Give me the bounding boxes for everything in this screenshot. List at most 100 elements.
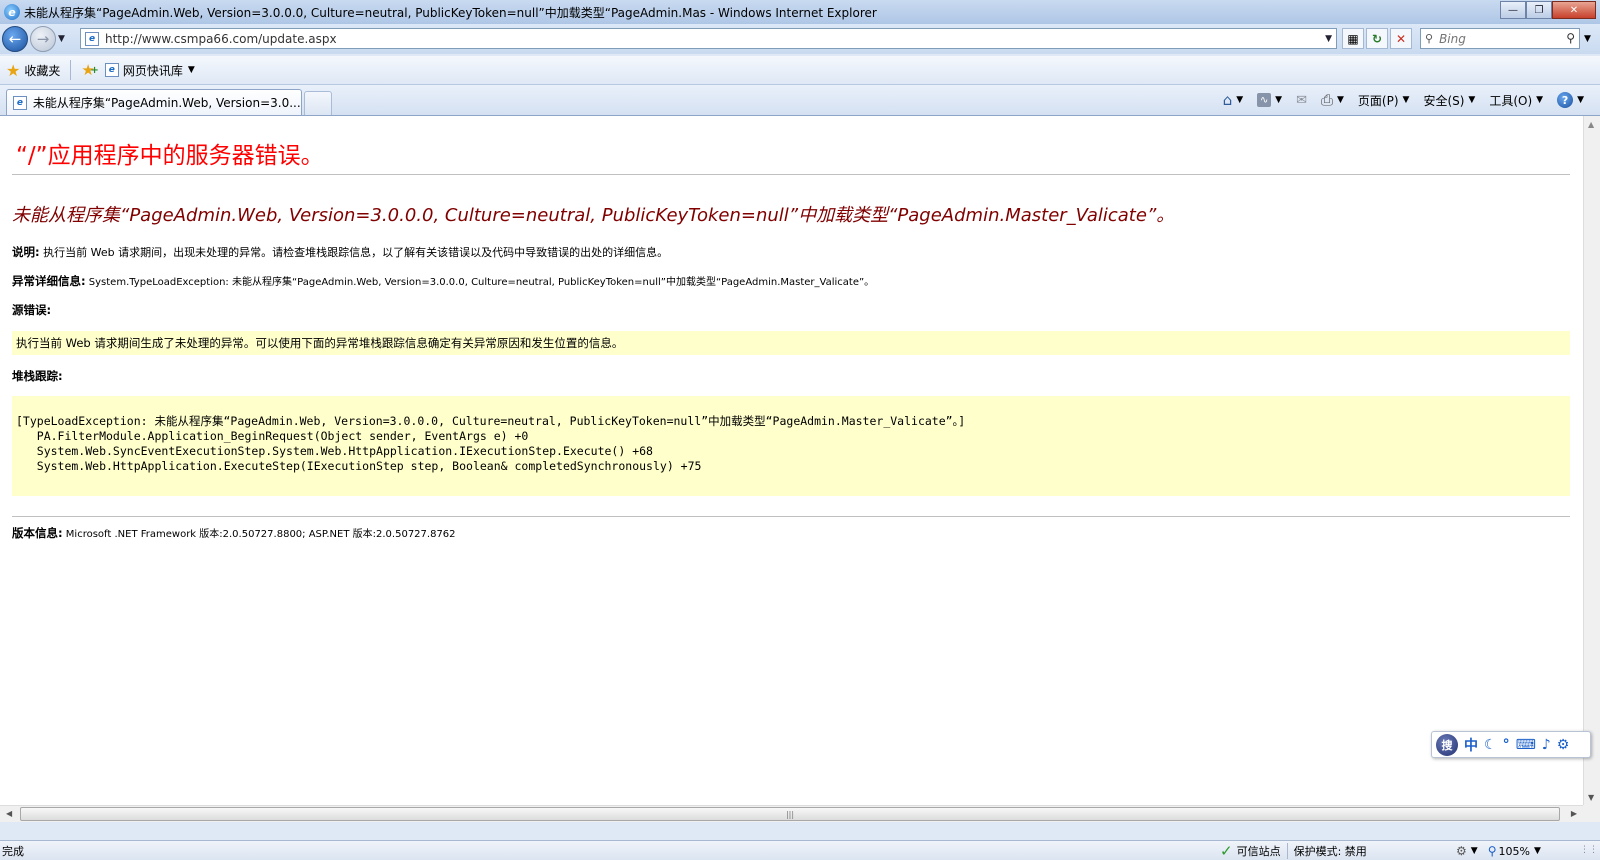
ime-punctuation-icon[interactable]: ° <box>1503 737 1510 753</box>
source-error-label: 源错误: <box>12 303 52 317</box>
stack-trace-row: 堆栈跟踪: <box>12 368 63 384</box>
web-slice-gallery-button[interactable]: 网页快讯库 <box>123 62 183 79</box>
address-bar[interactable]: e http://www.csmpa66.com/update.aspx ▼ <box>80 28 1337 49</box>
scroll-left-arrow-icon[interactable]: ◀ <box>6 809 12 818</box>
exception-details-text: System.TypeLoadException: 未能从程序集“PageAdm… <box>85 277 875 288</box>
page-viewport: “/”应用程序中的服务器错误。 未能从程序集“PageAdmin.Web, Ve… <box>0 115 1600 822</box>
window-title-bar: e 未能从程序集“PageAdmin.Web, Version=3.0.0.0,… <box>0 0 1600 24</box>
exception-details-row: 异常详细信息: System.TypeLoadException: 未能从程序集… <box>12 273 874 289</box>
scroll-down-arrow-icon[interactable]: ▼ <box>1588 793 1594 802</box>
rss-icon: ∿ <box>1257 93 1272 107</box>
feeds-button[interactable]: ∿ ▼ <box>1257 93 1282 107</box>
tab-title: 未能从程序集“PageAdmin.Web, Version=3.0.... <box>32 96 301 110</box>
tools-menu[interactable]: 工具(O) ▼ <box>1489 92 1543 109</box>
favorites-button[interactable]: 收藏夹 <box>24 62 60 79</box>
page-menu[interactable]: 页面(P) ▼ <box>1358 92 1410 109</box>
search-icon[interactable]: ⚲ <box>1566 31 1575 45</box>
add-to-favorites-bar-icon[interactable]: ★ + <box>81 61 98 79</box>
print-dropdown-icon[interactable]: ▼ <box>1337 95 1344 105</box>
ime-settings-gear-icon[interactable]: ⚙ <box>1557 737 1570 753</box>
ime-half-width-moon-icon[interactable]: ☾ <box>1484 737 1497 753</box>
scroll-up-arrow-icon[interactable]: ▲ <box>1588 120 1594 129</box>
protected-mode-label: 保护模式: 禁用 <box>1293 845 1367 858</box>
source-error-box: 执行当前 Web 请求期间生成了未处理的异常。可以使用下面的异常堆栈跟踪信息确定… <box>12 331 1570 355</box>
page-title: “/”应用程序中的服务器错误。 <box>16 143 324 169</box>
help-icon: ? <box>1557 92 1574 108</box>
close-button[interactable]: ✕ <box>1552 1 1596 19</box>
tools-menu-dropdown-icon: ▼ <box>1536 95 1544 105</box>
read-mail-button[interactable]: ✉ <box>1296 93 1307 108</box>
scrollbar-corner <box>1583 805 1600 822</box>
error-page: “/”应用程序中的服务器错误。 未能从程序集“PageAdmin.Web, Ve… <box>12 116 1570 804</box>
ime-logo-icon[interactable]: 搜 <box>1436 733 1458 756</box>
source-error-text: 执行当前 Web 请求期间生成了未处理的异常。可以使用下面的异常堆栈跟踪信息确定… <box>16 336 624 350</box>
stack-trace-line: [TypeLoadException: 未能从程序集“PageAdmin.Web… <box>16 414 966 428</box>
refresh-button[interactable]: ↻ <box>1366 28 1388 49</box>
status-text: 完成 <box>2 844 24 858</box>
forward-button[interactable]: → <box>30 26 56 52</box>
globe-dropdown-icon[interactable]: ▼ <box>1471 846 1478 856</box>
horizontal-scrollbar[interactable]: ◀ ||| ▶ <box>0 805 1583 822</box>
address-dropdown-icon[interactable]: ▼ <box>1325 34 1332 44</box>
footer-divider <box>12 516 1570 517</box>
address-tools: ▦ ↻ ✕ <box>1342 28 1414 49</box>
minimize-button[interactable]: — <box>1500 1 1526 19</box>
favorites-separator <box>70 60 72 80</box>
page-favicon-icon: e <box>85 31 99 46</box>
command-bar: ⌂ ▼ ∿ ▼ ✉ ⎙ ▼ 页面(P) ▼ 安全(S) ▼ 工具(O) ▼ ? ▼ <box>1209 89 1584 111</box>
home-button[interactable]: ⌂ ▼ <box>1223 91 1243 109</box>
home-dropdown-icon[interactable]: ▼ <box>1236 95 1243 105</box>
page-menu-label: 页面(P) <box>1357 93 1399 108</box>
search-box[interactable]: ⚲ ⚲ <box>1420 28 1580 49</box>
search-input[interactable] <box>1439 31 1550 46</box>
stack-trace-label: 堆栈跟踪: <box>12 369 63 383</box>
new-tab-button[interactable] <box>304 91 332 115</box>
exception-details-label: 异常详细信息: <box>12 274 86 288</box>
description-row: 说明: 执行当前 Web 请求期间，出现未处理的异常。请检查堆栈跟踪信息，以了解… <box>12 244 668 260</box>
help-dropdown-icon[interactable]: ▼ <box>1577 95 1584 105</box>
tab-row: e 未能从程序集“PageAdmin.Web, Version=3.0.... … <box>0 85 1600 115</box>
search-options-dropdown-icon[interactable]: ▼ <box>1584 34 1591 44</box>
ie-logo-icon: e <box>4 4 20 20</box>
description-text: 执行当前 Web 请求期间，出现未处理的异常。请检查堆栈跟踪信息，以了解有关该错… <box>39 246 669 259</box>
tools-menu-label: 工具(O) <box>1489 93 1533 108</box>
vertical-scrollbar[interactable]: ▲ ▼ <box>1583 116 1600 806</box>
zoom-dropdown-icon[interactable]: ▼ <box>1534 846 1541 856</box>
recent-pages-dropdown-icon[interactable]: ▼ <box>58 34 65 44</box>
horizontal-scroll-thumb[interactable]: ||| <box>20 807 1560 821</box>
back-button[interactable]: ← <box>2 26 28 52</box>
trusted-check-icon: ✓ <box>1220 842 1233 860</box>
tab-active[interactable]: e 未能从程序集“PageAdmin.Web, Version=3.0.... <box>6 89 302 115</box>
print-button[interactable]: ⎙ ▼ <box>1321 91 1344 109</box>
stack-trace-line: System.Web.SyncEventExecutionStep.System… <box>16 444 653 458</box>
ime-microphone-icon[interactable]: ♪ <box>1542 737 1551 753</box>
favorites-star-icon[interactable]: ★ <box>6 61 20 80</box>
safety-menu-label: 安全(S) <box>1423 93 1465 108</box>
resize-grip-icon[interactable]: ⋮⋮ <box>1580 845 1598 855</box>
web-slice-gallery-icon: e <box>104 63 119 77</box>
safety-menu[interactable]: 安全(S) ▼ <box>1423 92 1475 109</box>
zoom-icon[interactable]: ⚲ <box>1488 844 1497 858</box>
security-zone[interactable]: ✓ 可信站点 保护模式: 禁用 <box>1220 841 1367 860</box>
address-url[interactable]: http://www.csmpa66.com/update.aspx <box>105 32 337 46</box>
help-button[interactable]: ? ▼ <box>1557 92 1584 108</box>
stop-button[interactable]: ✕ <box>1390 28 1412 49</box>
version-info-row: 版本信息: Microsoft .NET Framework 版本:2.0.50… <box>12 525 456 541</box>
maximize-button[interactable]: ❐ <box>1526 1 1552 19</box>
ime-keyboard-icon[interactable]: ⌨ <box>1516 737 1536 753</box>
description-label: 说明: <box>12 245 40 259</box>
compatibility-view-button[interactable]: ▦ <box>1342 28 1364 49</box>
bing-icon: ⚲ <box>1425 32 1434 45</box>
stack-trace-line: System.Web.HttpApplication.ExecuteStep(I… <box>16 459 702 473</box>
scroll-right-arrow-icon[interactable]: ▶ <box>1571 809 1577 818</box>
zoom-level[interactable]: 105% <box>1498 845 1529 858</box>
globe-icon[interactable]: ⚙ <box>1456 844 1467 858</box>
error-message: 未能从程序集“PageAdmin.Web, Version=3.0.0.0, C… <box>12 205 1175 226</box>
heading-divider <box>12 174 1570 175</box>
window-title: 未能从程序集“PageAdmin.Web, Version=3.0.0.0, C… <box>24 5 877 20</box>
web-slice-dropdown-icon[interactable]: ▼ <box>188 65 195 75</box>
mail-icon: ✉ <box>1296 92 1307 108</box>
ime-chinese-mode-toggle[interactable]: 中 <box>1464 735 1478 755</box>
feeds-dropdown-icon[interactable]: ▼ <box>1275 95 1282 105</box>
source-error-row: 源错误: <box>12 302 51 318</box>
